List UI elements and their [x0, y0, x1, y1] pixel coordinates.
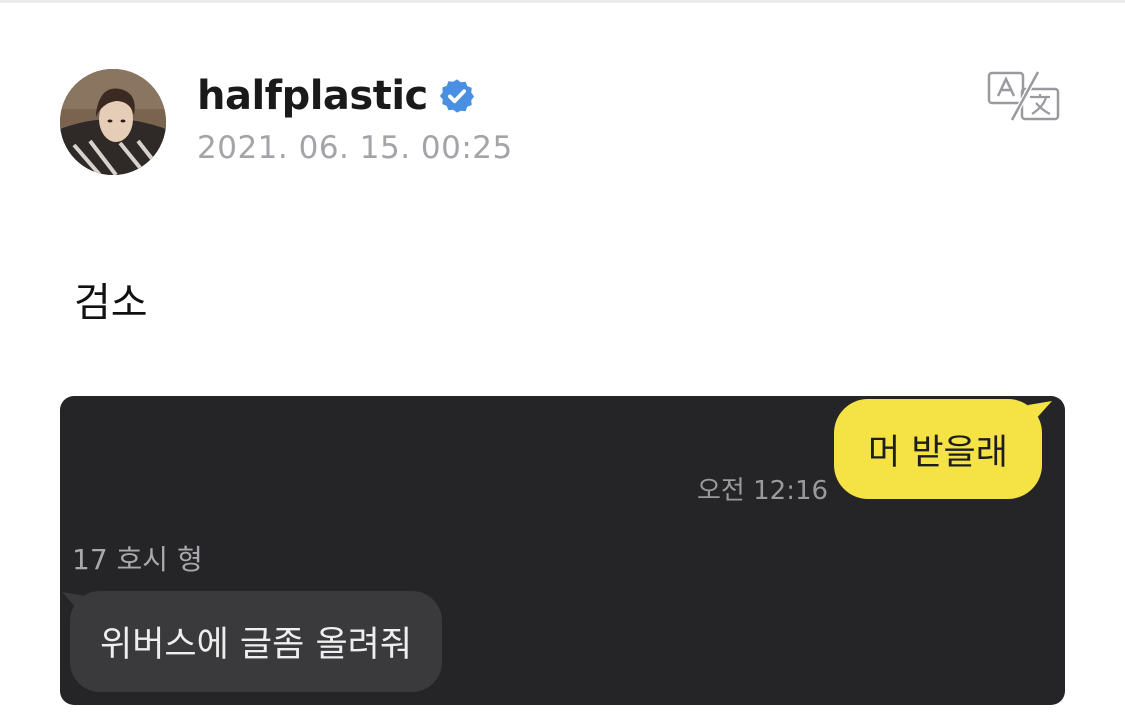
translate-button[interactable] [986, 70, 1062, 122]
author-header: halfplastic [197, 70, 476, 122]
post-body-text: 검소 [74, 280, 148, 326]
post-timestamp: 2021. 06. 15. 00:25 [197, 130, 513, 166]
translate-icon [987, 70, 1060, 122]
incoming-sender-name: 17 호시 형 [72, 543, 203, 576]
author-username[interactable]: halfplastic [197, 73, 428, 119]
incoming-message-bubble: 위버스에 글좀 올려줘 [70, 591, 443, 692]
verified-badge-icon [439, 79, 474, 113]
avatar-photo [60, 69, 166, 175]
outgoing-message-bubble: 머 받을래 [834, 399, 1042, 499]
top-divider [0, 0, 1125, 3]
outgoing-message-time: 오전 12:16 [697, 476, 829, 506]
post-attached-image[interactable]: 머 받을래 오전 12:16 17 호시 형 위버스에 글좀 올려줘 [60, 396, 1065, 705]
author-avatar[interactable] [60, 69, 166, 175]
